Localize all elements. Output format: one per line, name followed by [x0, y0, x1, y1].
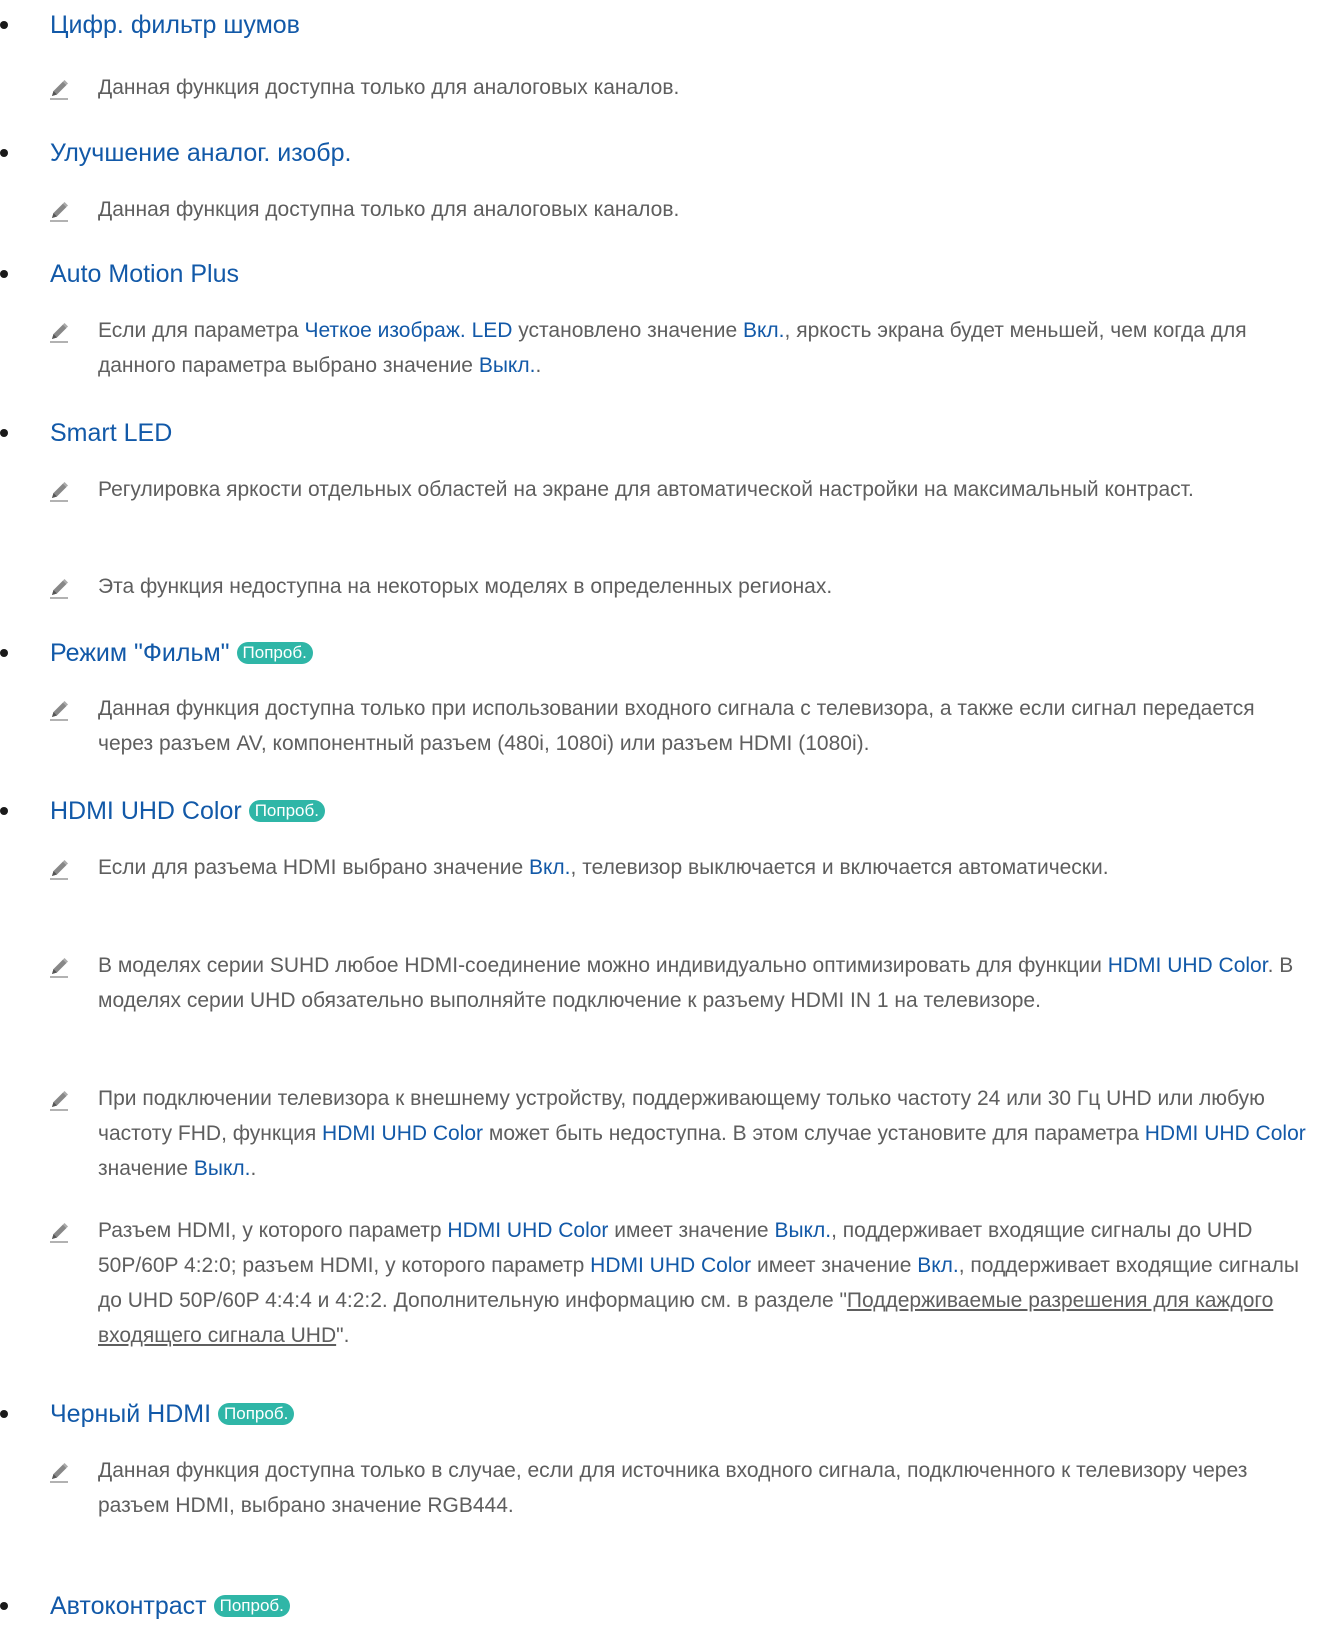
note-text: При подключении телевизора к внешнему ус…: [98, 1087, 1306, 1180]
value-ref: Выкл.: [478, 354, 536, 377]
note-text: Если для параметра Четкое изображ. LED у…: [98, 319, 1247, 377]
setting-ref: HDMI UHD Color: [1144, 1122, 1306, 1145]
note-text: Эта функция недоступна на некоторых моде…: [98, 575, 833, 598]
pencil-icon: [48, 699, 70, 721]
pencil-icon: [48, 956, 70, 978]
setting-ref: HDMI UHD Color: [1107, 954, 1268, 977]
setting-ref: Четкое изображ. LED: [304, 319, 513, 342]
note-text: Данная функция доступна только в случае,…: [98, 1459, 1248, 1517]
try-badge[interactable]: Попроб.: [248, 800, 325, 822]
value-ref: Вкл.: [529, 856, 571, 879]
bullet-icon: [0, 149, 8, 157]
note-text: Регулировка яркости отдельных областей н…: [98, 478, 1194, 501]
setting-ref: HDMI UHD Color: [322, 1122, 484, 1145]
setting-ref: HDMI UHD Color: [590, 1254, 752, 1277]
bullet-icon: [0, 649, 8, 657]
setting-ref: HDMI UHD Color: [447, 1219, 609, 1242]
pencil-icon: [48, 321, 70, 343]
pencil-icon: [48, 200, 70, 222]
pencil-icon: [48, 858, 70, 880]
try-badge[interactable]: Попроб.: [218, 1403, 295, 1425]
value-ref: Вкл.: [917, 1254, 959, 1277]
note-text: В моделях серии SUHD любое HDMI-соединен…: [98, 954, 1294, 1012]
value-ref: Вкл.: [743, 319, 785, 342]
note-text: Данная функция доступна только для анало…: [98, 198, 680, 221]
pencil-icon: [48, 480, 70, 502]
bullet-icon: [0, 807, 8, 815]
setting-title[interactable]: Smart LED: [50, 416, 172, 450]
pencil-icon: [48, 577, 70, 599]
value-ref: Выкл.: [774, 1219, 832, 1242]
setting-title[interactable]: Улучшение аналог. изобр.: [50, 136, 351, 170]
note-text: Если для разъема HDMI выбрано значение В…: [98, 856, 1109, 879]
setting-title[interactable]: Черный HDMI Попроб.: [50, 1397, 295, 1431]
try-badge[interactable]: Попроб.: [213, 1595, 290, 1617]
pencil-icon: [48, 78, 70, 100]
pencil-icon: [48, 1089, 70, 1111]
setting-title[interactable]: Автоконтраст Попроб.: [50, 1589, 290, 1623]
setting-title[interactable]: Цифр. фильтр шумов: [50, 8, 300, 42]
bullet-icon: [0, 429, 8, 437]
setting-title[interactable]: Auto Motion Plus: [50, 257, 239, 291]
bullet-icon: [0, 1602, 8, 1610]
setting-title[interactable]: Режим "Фильм" Попроб.: [50, 636, 313, 670]
bullet-icon: [0, 270, 8, 278]
note-text: Данная функция доступна только для анало…: [98, 76, 680, 99]
bullet-icon: [0, 1410, 8, 1418]
value-ref: Выкл.: [193, 1157, 251, 1180]
pencil-icon: [48, 1221, 70, 1243]
note-text: Разъем HDMI, у которого параметр HDMI UH…: [98, 1219, 1299, 1347]
pencil-icon: [48, 1461, 70, 1483]
setting-title[interactable]: HDMI UHD Color Попроб.: [50, 794, 325, 828]
bullet-icon: [0, 21, 8, 29]
note-text: Данная функция доступна только при испол…: [98, 697, 1255, 755]
try-badge[interactable]: Попроб.: [236, 642, 313, 664]
